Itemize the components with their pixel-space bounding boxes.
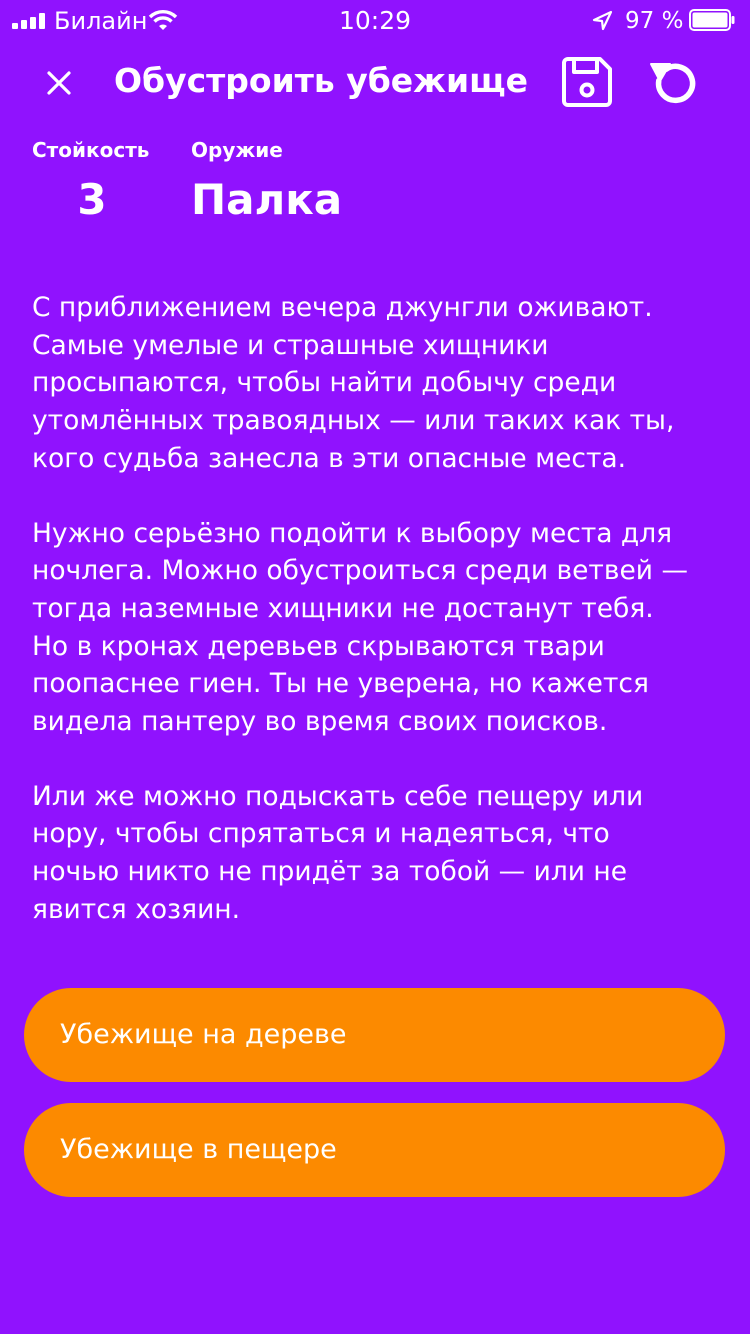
restart-button[interactable] xyxy=(646,52,702,112)
floppy-disk-icon xyxy=(562,57,612,107)
story-line: утомлённых травоядных — или таких как ты… xyxy=(32,405,675,437)
story-paragraph: Нужно серьёзно подойти к выбору места дл… xyxy=(32,515,722,741)
endurance-value: 3 xyxy=(77,175,107,224)
nav-bar: Обустроить убежище xyxy=(0,40,750,128)
story-paragraph: С приближением вечера джунгли оживают. С… xyxy=(32,289,722,478)
story-text: С приближением вечера джунгли оживают. С… xyxy=(32,289,722,966)
close-icon xyxy=(47,71,71,95)
story-paragraph: Или же можно подыскать себе пещеру или н… xyxy=(32,778,722,929)
story-line: тогда наземные хищники не достанут тебя. xyxy=(32,592,654,624)
choice-tree-shelter-button[interactable]: Убежище на дереве xyxy=(24,988,725,1082)
screen-title: Обустроить убежище xyxy=(114,61,528,100)
story-line: С приближением вечера джунгли оживают. xyxy=(32,292,653,323)
story-line: просыпаются, чтобы найти добычу среди xyxy=(32,367,617,399)
endurance-stat: Стойкость 3 xyxy=(32,136,152,228)
story-line: ночлега. Можно обустроиться среди ветвей… xyxy=(32,555,688,587)
weapon-value: Палка xyxy=(191,175,343,224)
story-line: Нужно серьёзно подойти к выбору места дл… xyxy=(32,517,673,549)
battery-percentage: 97 % xyxy=(625,8,684,34)
location-arrow-icon xyxy=(592,10,613,31)
story-line: Но в кронах деревьев скрываются твари xyxy=(32,630,605,662)
close-button[interactable] xyxy=(36,60,82,106)
story-line: нору, чтобы спрятаться и надеяться, что xyxy=(32,818,610,850)
choice-cave-shelter-button[interactable]: Убежище в пещере xyxy=(24,1103,725,1197)
choice-label: Убежище на дереве xyxy=(60,1019,347,1050)
story-line: Или же можно подыскать себе пещеру или xyxy=(32,780,644,812)
endurance-label: Стойкость xyxy=(32,138,150,162)
choice-label: Убежище в пещере xyxy=(60,1134,337,1165)
weapon-stat: Оружие Палка xyxy=(191,136,342,228)
story-line: поопаснее гиен. Ты не уверена, но кажетс… xyxy=(32,668,649,700)
story-line: ночью никто не придёт за тобой — или не xyxy=(32,856,628,888)
battery-icon xyxy=(689,9,735,31)
story-line: кого судьба занесла в эти опасные места. xyxy=(32,442,627,474)
status-bar: Билайн 10:29 97 % xyxy=(0,0,750,40)
restart-arrow-icon xyxy=(650,63,696,104)
story-line: видела пантеру во время своих поисков. xyxy=(32,706,608,738)
story-line: Самые умелые и страшные хищники xyxy=(32,329,549,361)
story-line: явится хозяин. xyxy=(32,893,241,925)
weapon-label: Оружие xyxy=(191,138,283,162)
save-button[interactable] xyxy=(559,54,615,110)
